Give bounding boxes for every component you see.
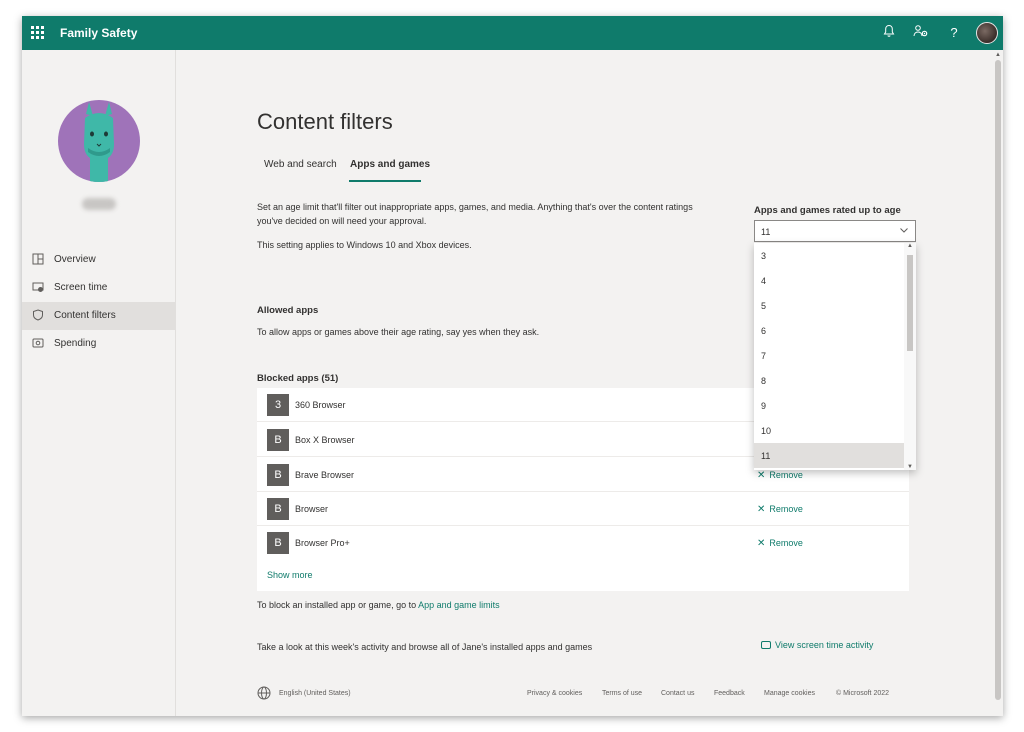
blocked-apps-title: Blocked apps (51) (257, 373, 339, 384)
remove-button[interactable]: ✕ Remove (757, 504, 803, 515)
app-name: 360 Browser (295, 400, 346, 410)
tab-apps-and-games[interactable]: Apps and games (350, 159, 430, 170)
copyright-text: © Microsoft 2022 (836, 690, 890, 697)
age-option[interactable]: 10 (754, 418, 904, 443)
people-settings-icon[interactable] (912, 24, 930, 42)
scroll-up-icon[interactable]: ▲ (995, 52, 1001, 58)
dropdown-scroll-thumb[interactable] (907, 255, 913, 351)
dropdown-scrollbar[interactable]: ▲ ▼ (904, 243, 916, 470)
app-name: Browser (295, 504, 329, 514)
page-title: Content filters (257, 109, 393, 134)
allowed-apps-title: Allowed apps (257, 305, 319, 316)
age-option[interactable]: 6 (754, 318, 904, 343)
tab-selected-indicator (349, 180, 421, 182)
remove-button[interactable]: ✕ Remove (757, 538, 803, 549)
age-option[interactable]: 4 (754, 268, 904, 293)
age-filter-label: Apps and games rated up to age (754, 205, 901, 216)
shield-icon (32, 309, 46, 323)
sidebar-item-label: Spending (54, 338, 97, 349)
age-limit-description: Set an age limit that'll filter out inap… (257, 202, 693, 226)
app-tile-icon: B (267, 464, 289, 486)
allowed-apps-text: To allow apps or games above their age r… (257, 327, 540, 337)
close-icon: ✕ (757, 470, 766, 481)
age-option[interactable]: 8 (754, 368, 904, 393)
app-launcher-icon[interactable] (31, 26, 45, 40)
app-name: Browser Pro+ (295, 538, 350, 548)
activity-text: Take a look at this week's activity and … (257, 642, 593, 652)
globe-icon (257, 686, 271, 700)
spending-icon (32, 337, 46, 351)
app-tile-icon: B (267, 498, 289, 520)
screen-time-icon (32, 281, 46, 295)
page-footer: English (United States) Privacy & cookie… (257, 686, 917, 702)
blocked-app-row: B Browser ✕ Remove (257, 492, 909, 526)
manage-cookies-link[interactable]: Manage cookies (764, 690, 815, 697)
feedback-link[interactable]: Feedback (714, 690, 745, 697)
app-game-limits-link[interactable]: App and game limits (418, 600, 500, 610)
overview-icon (32, 253, 46, 267)
show-more-link[interactable]: Show more (267, 570, 313, 580)
tab-web-and-search[interactable]: Web and search (264, 159, 337, 170)
terms-link[interactable]: Terms of use (602, 690, 642, 697)
top-bar: Family Safety ? (22, 16, 1003, 50)
scroll-up-icon[interactable]: ▲ (907, 243, 913, 249)
age-option-selected[interactable]: 11 (754, 443, 904, 468)
age-option[interactable]: 7 (754, 343, 904, 368)
sidebar-item-content-filters[interactable]: Content filters (22, 302, 176, 330)
close-icon: ✕ (757, 538, 766, 549)
page-scrollbar[interactable]: ▲ (993, 50, 1003, 716)
app-window: Family Safety ? Overview Screen time Con… (22, 16, 1003, 716)
sidebar-item-screen-time[interactable]: Screen time (22, 274, 176, 302)
contact-link[interactable]: Contact us (661, 690, 694, 697)
sidebar-item-label: Overview (54, 254, 96, 265)
view-screen-time-activity-link[interactable]: View screen time activity (761, 640, 873, 650)
child-avatar (58, 100, 140, 182)
app-name: Brave Browser (295, 470, 355, 480)
blocked-app-row: B Browser Pro+ ✕ Remove (257, 526, 909, 560)
sidebar: Overview Screen time Content filters Spe… (22, 50, 176, 716)
privacy-link[interactable]: Privacy & cookies (527, 690, 582, 697)
age-option[interactable]: 9 (754, 393, 904, 418)
age-filter-select[interactable]: 11 (754, 220, 916, 242)
chevron-down-icon (899, 225, 909, 237)
app-tile-icon: B (267, 429, 289, 451)
main-content: Content filters Web and search Apps and … (177, 50, 994, 716)
close-icon: ✕ (757, 504, 766, 515)
sidebar-item-label: Screen time (54, 282, 108, 293)
age-dropdown-list: 3 4 5 6 7 8 9 10 11 ▲ ▼ (754, 243, 916, 470)
block-app-hint: To block an installed app or game, go to… (257, 600, 500, 610)
profile-avatar[interactable] (976, 22, 998, 44)
page-scroll-thumb[interactable] (995, 60, 1001, 700)
language-selector[interactable]: English (United States) (279, 690, 351, 697)
sidebar-item-spending[interactable]: Spending (22, 330, 176, 358)
devices-note: This setting applies to Windows 10 and X… (257, 240, 472, 250)
app-tile-icon: 3 (267, 394, 289, 416)
age-filter-value: 11 (761, 227, 771, 237)
bell-icon[interactable] (880, 24, 898, 42)
sidebar-item-label: Content filters (54, 310, 116, 321)
app-tile-icon: B (267, 532, 289, 554)
age-option[interactable]: 5 (754, 293, 904, 318)
sidebar-item-overview[interactable]: Overview (22, 246, 176, 274)
child-name-blurred (82, 198, 116, 210)
help-icon[interactable]: ? (945, 24, 963, 42)
app-title[interactable]: Family Safety (60, 26, 137, 40)
app-name: Box X Browser (295, 435, 355, 445)
age-option[interactable]: 3 (754, 243, 904, 268)
screen-activity-icon (761, 641, 771, 649)
remove-button[interactable]: ✕ Remove (757, 470, 803, 481)
scroll-down-icon[interactable]: ▼ (907, 464, 913, 470)
